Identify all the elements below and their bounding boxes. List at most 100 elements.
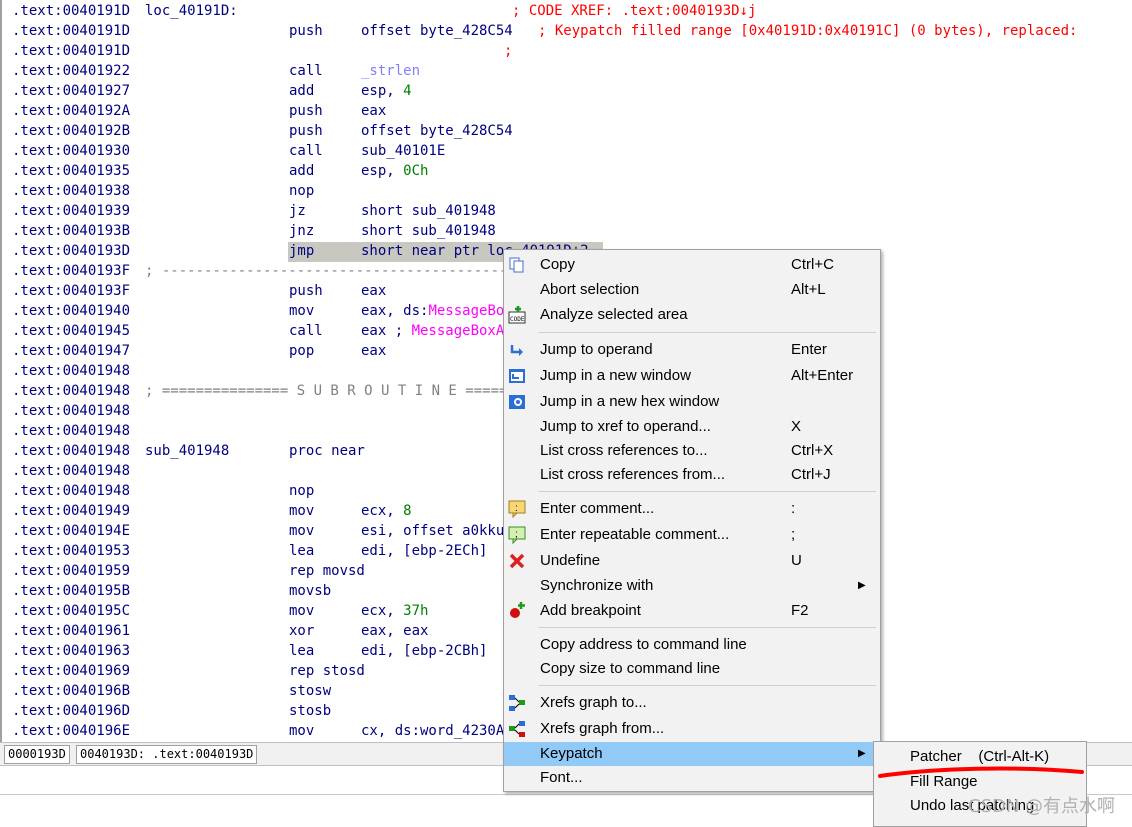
- line-address: .text:00401939: [12, 203, 131, 219]
- line-operand: eax ; MessageBoxA: [361, 321, 504, 341]
- analyze-code-icon: CODE: [508, 306, 526, 324]
- submenu-arrow-icon: ▶: [858, 580, 866, 591]
- line-mnemonic: xor: [289, 623, 315, 639]
- line-operand: ecx, 8: [361, 501, 412, 521]
- line-address: .text:00401948: [12, 423, 131, 439]
- menu-item-copy[interactable]: Copy Ctrl+C: [504, 253, 880, 277]
- line-mnemonic: rep stosd: [289, 663, 365, 679]
- line-mnemonic: add: [289, 163, 315, 179]
- menu-item-list-cross-references-to[interactable]: List cross references to... Ctrl+X: [504, 439, 880, 463]
- svg-text::: :: [515, 503, 518, 514]
- line-mnemonic: jnz: [289, 223, 315, 239]
- status-offset: 0000193D: [4, 745, 70, 764]
- operand-num: 0Ch: [403, 163, 429, 179]
- svg-text:;: ;: [515, 529, 518, 540]
- line-operand: short sub_401948: [361, 221, 496, 241]
- line-address: .text:0040191D: [12, 3, 131, 19]
- menu-item-label: Abort selection: [540, 281, 640, 298]
- menu-item-shortcut: X: [791, 418, 802, 435]
- line-address: .text:0040192A: [12, 103, 131, 119]
- operand-text: eax, ds:: [361, 303, 429, 319]
- menu-item-jump-to-xref-to-operand[interactable]: Jump to xref to operand... X: [504, 415, 880, 439]
- operand-fn: _strlen: [361, 63, 421, 79]
- operand-text: sub_40101E: [361, 143, 446, 159]
- line-operand: eax: [361, 281, 386, 301]
- menu-item-shortcut: :: [791, 500, 796, 517]
- line-operand: eax, eax: [361, 621, 428, 641]
- menu-item-label: List cross references to...: [540, 442, 708, 459]
- menu-item-label: Xrefs graph from...: [540, 720, 665, 737]
- menu-item-label: Keypatch: [540, 745, 603, 762]
- line-mnemonic: call: [289, 143, 323, 159]
- operand-text: offset byte_428C54: [361, 123, 513, 139]
- line-mnemonic: mov: [289, 523, 315, 539]
- line-address: .text:0040196D: [12, 703, 131, 719]
- menu-item-shortcut: Alt+Enter: [791, 367, 854, 384]
- menu-item-label: Font...: [540, 769, 583, 786]
- line-address: .text:0040196B: [12, 683, 131, 699]
- menu-item-keypatch[interactable]: Keypatch ▶: [504, 742, 880, 766]
- menu-item-enter-repeatable-comment[interactable]: ; Enter repeatable comment...;: [504, 523, 880, 547]
- line-mnemonic: jmp: [289, 243, 315, 259]
- menu-item-analyze-selected-area[interactable]: CODE Analyze selected area: [504, 303, 880, 327]
- line-mnemonic: add: [289, 83, 315, 99]
- line-address: .text:0040191D: [12, 43, 131, 59]
- operand-text: short sub_401948: [361, 223, 496, 239]
- line-address: .text:00401948: [12, 363, 131, 379]
- line-address: .text:00401948: [12, 403, 131, 419]
- menu-item-add-breakpoint[interactable]: Add breakpoint F2: [504, 599, 880, 623]
- line-operand: cx, ds:word_4230A8: [361, 721, 513, 741]
- menu-item-enter-comment[interactable]: : Enter comment...:: [504, 497, 880, 521]
- operand-num: 4: [403, 83, 412, 99]
- menu-item-copy-address-to-command-line[interactable]: Copy address to command line: [504, 633, 880, 657]
- watermark: CSDN @有点水啊: [968, 796, 1116, 817]
- line-mnemonic: mov: [289, 723, 315, 739]
- menu-item-jump-in-a-new-window[interactable]: Jump in a new window Alt+Enter: [504, 364, 880, 388]
- line-operand: eax: [361, 101, 386, 121]
- menu-item-label: Synchronize with: [540, 577, 654, 594]
- line-mnemonic: nop: [289, 183, 315, 199]
- line-address: .text:0040194E: [12, 523, 131, 539]
- line-address: .text:00401945: [12, 323, 131, 339]
- line-mnemonic: call: [289, 323, 323, 339]
- line-operand: esp, 0Ch: [361, 161, 428, 181]
- menu-item-xrefs-graph-to[interactable]: Xrefs graph to...: [504, 691, 880, 715]
- menu-item-label: Copy address to command line: [540, 636, 747, 653]
- menu-item-font[interactable]: Font...: [504, 766, 880, 790]
- line-mnemonic: rep movsd: [289, 563, 365, 579]
- line-operand: offset byte_428C54: [361, 121, 513, 141]
- menu-item-label: Enter comment...: [540, 500, 655, 517]
- menu-item-undefine[interactable]: Undefine U: [504, 549, 880, 573]
- line-operand: ecx, 37h: [361, 601, 428, 621]
- line-mnemonic: movsb: [289, 583, 332, 599]
- menu-item-shortcut: Ctrl+X: [791, 442, 834, 459]
- xrefs-graph-from-icon: [508, 720, 526, 738]
- menu-item-label: Xrefs graph to...: [540, 694, 647, 711]
- menu-item-abort-selection[interactable]: Abort selection Alt+L: [504, 278, 880, 302]
- menu-item-shortcut: Ctrl+C: [791, 256, 834, 273]
- menu-item-jump-to-operand[interactable]: Jump to operand Enter: [504, 338, 880, 362]
- line-address: .text:00401930: [12, 143, 131, 159]
- operand-text: esp,: [361, 83, 404, 99]
- menu-item-copy-size-to-command-line[interactable]: Copy size to command line: [504, 657, 880, 681]
- menu-item-shortcut: Ctrl+J: [791, 466, 831, 483]
- line-mnemonic: push: [289, 103, 323, 119]
- menu-item-label: Jump to operand: [540, 341, 653, 358]
- menu-separator: [538, 332, 876, 333]
- line-address: .text:0040193F: [12, 283, 131, 299]
- menu-item-jump-in-a-new-hex-window[interactable]: Jump in a new hex window: [504, 390, 880, 414]
- line-mnemonic: push: [289, 283, 323, 299]
- operand-text: cx, ds:word_4230A8: [361, 723, 513, 739]
- menu-item-synchronize-with[interactable]: Synchronize with ▶: [504, 574, 880, 598]
- repeatable-comment-icon: ;: [508, 526, 526, 544]
- line-operand: eax: [361, 341, 386, 361]
- line-mnemonic: stosb: [289, 703, 332, 719]
- line-address: .text:00401948: [12, 443, 131, 459]
- line-mnemonic: lea: [289, 543, 315, 559]
- line-mnemonic: push: [289, 23, 323, 39]
- operand-text: eax: [361, 343, 387, 359]
- menu-item-xrefs-graph-from[interactable]: Xrefs graph from...: [504, 717, 880, 741]
- line-address: .text:0040192B: [12, 123, 131, 139]
- line-operand: offset byte_428C54: [361, 21, 513, 41]
- menu-item-list-cross-references-from[interactable]: List cross references from... Ctrl+J: [504, 463, 880, 487]
